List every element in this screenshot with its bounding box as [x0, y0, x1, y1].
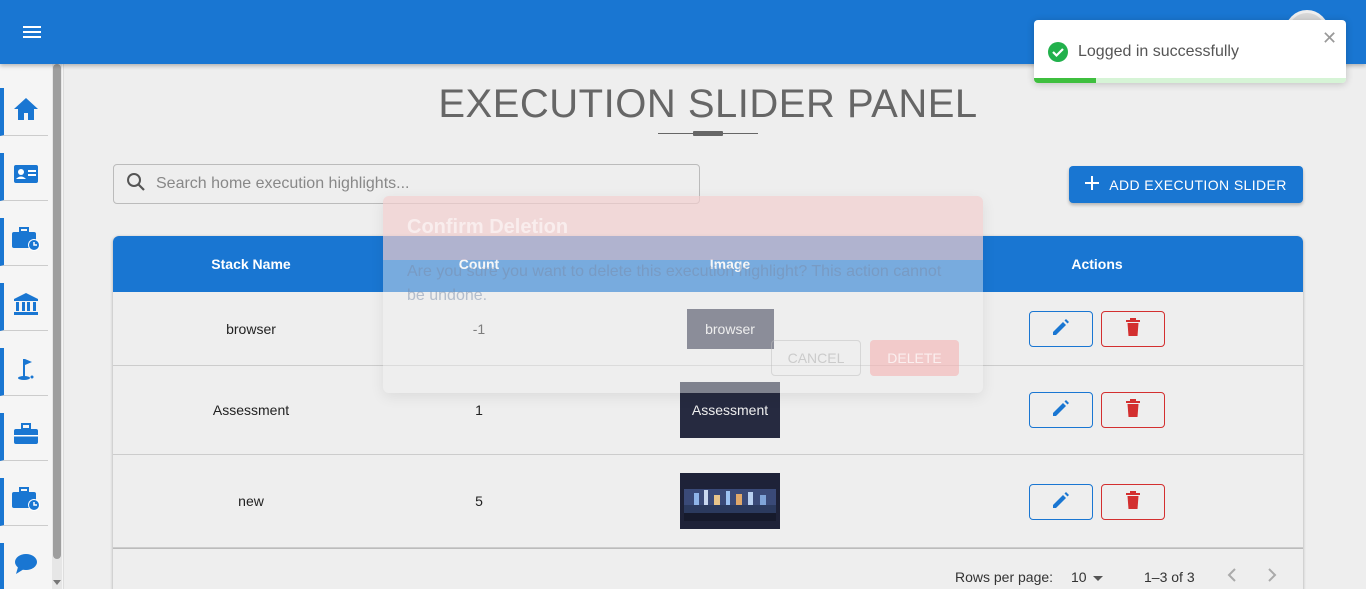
table-row: new 5: [113, 455, 1303, 548]
home-icon: [13, 97, 39, 126]
golf-flag-icon: [16, 357, 36, 386]
edit-button[interactable]: [1029, 484, 1093, 520]
stack-name-cell: Assessment: [212, 402, 290, 418]
plus-icon: [1085, 176, 1100, 193]
pencil-icon: [1051, 490, 1071, 515]
add-execution-slider-button[interactable]: ADD EXECUTION SLIDER: [1069, 166, 1303, 203]
briefcase-clock-icon: [11, 226, 41, 257]
cancel-button[interactable]: CANCEL: [771, 340, 861, 376]
image-cell: [569, 455, 891, 547]
rows-per-page-label: Rows per page:: [955, 569, 1054, 585]
sidebar-item-execution[interactable]: [0, 478, 48, 526]
delete-button[interactable]: [1101, 311, 1165, 347]
delete-button[interactable]: [1101, 484, 1165, 520]
edit-button[interactable]: [1029, 311, 1093, 347]
confirm-deletion-dialog: Confirm Deletion Are you sure you want t…: [383, 196, 983, 393]
id-card-icon: [13, 164, 39, 189]
broken-image-alt-text: Assessment: [691, 402, 769, 418]
sidebar-item-profile[interactable]: [0, 153, 48, 201]
trash-icon: [1125, 317, 1141, 342]
sidebar-item-institution[interactable]: [0, 283, 48, 331]
title-divider-accent: [693, 131, 723, 136]
hamburger-menu-icon[interactable]: [14, 14, 50, 50]
briefcase-icon: [13, 423, 39, 450]
sidebar-item-jobs[interactable]: [0, 413, 48, 461]
edit-button[interactable]: [1029, 392, 1093, 428]
table-pagination: Rows per page: 10 1–3 of 3: [113, 548, 1303, 589]
check-circle-icon: [1047, 41, 1069, 68]
stack-name-cell: browser: [226, 320, 276, 337]
chat-bubble-icon: [13, 552, 39, 581]
dialog-title: Confirm Deletion: [407, 216, 569, 238]
city-skyline-image: [684, 481, 776, 521]
briefcase-clock-icon: [11, 486, 41, 517]
page-title: EXECUTION SLIDER PANEL: [438, 82, 978, 126]
rows-per-page-value: 10: [1071, 569, 1087, 585]
sidebar-scrollbar[interactable]: [52, 64, 62, 589]
toast-message: Logged in successfully: [1078, 43, 1239, 60]
scroll-down-arrow-icon[interactable]: [53, 580, 61, 585]
slider-image-thumbnail: [680, 473, 780, 529]
close-icon[interactable]: ✕: [1322, 28, 1337, 49]
pagination-range: 1–3 of 3: [1144, 569, 1195, 585]
column-header-stack-name: Stack Name: [211, 256, 291, 272]
scrollbar-thumb[interactable]: [53, 64, 61, 559]
sidebar: [0, 64, 64, 589]
bank-icon: [13, 292, 39, 321]
sidebar-item-work-history[interactable]: [0, 218, 48, 266]
search-input[interactable]: [156, 175, 676, 193]
rows-per-page-select[interactable]: 10: [1071, 563, 1111, 589]
next-page-icon[interactable]: [1267, 567, 1277, 586]
count-cell: 5: [475, 493, 483, 509]
pencil-icon: [1051, 317, 1071, 342]
pencil-icon: [1051, 398, 1071, 423]
trash-icon: [1125, 398, 1141, 423]
stack-name-cell: new: [238, 493, 264, 509]
dialog-message: Are you sure you want to delete this exe…: [407, 263, 942, 304]
success-toast: Logged in successfully ✕: [1034, 20, 1346, 83]
toast-progress-bar: [1034, 78, 1097, 83]
previous-page-icon[interactable]: [1227, 567, 1237, 586]
confirm-delete-button[interactable]: DELETE: [870, 340, 959, 376]
sidebar-item-messages[interactable]: [0, 543, 48, 589]
add-button-label: ADD EXECUTION SLIDER: [1109, 176, 1287, 193]
chevron-down-icon: [1092, 569, 1103, 585]
trash-icon: [1125, 490, 1141, 515]
delete-button[interactable]: [1101, 392, 1165, 428]
sidebar-item-goals[interactable]: [0, 348, 48, 396]
sidebar-item-home[interactable]: [0, 88, 48, 136]
search-icon: [126, 172, 146, 197]
